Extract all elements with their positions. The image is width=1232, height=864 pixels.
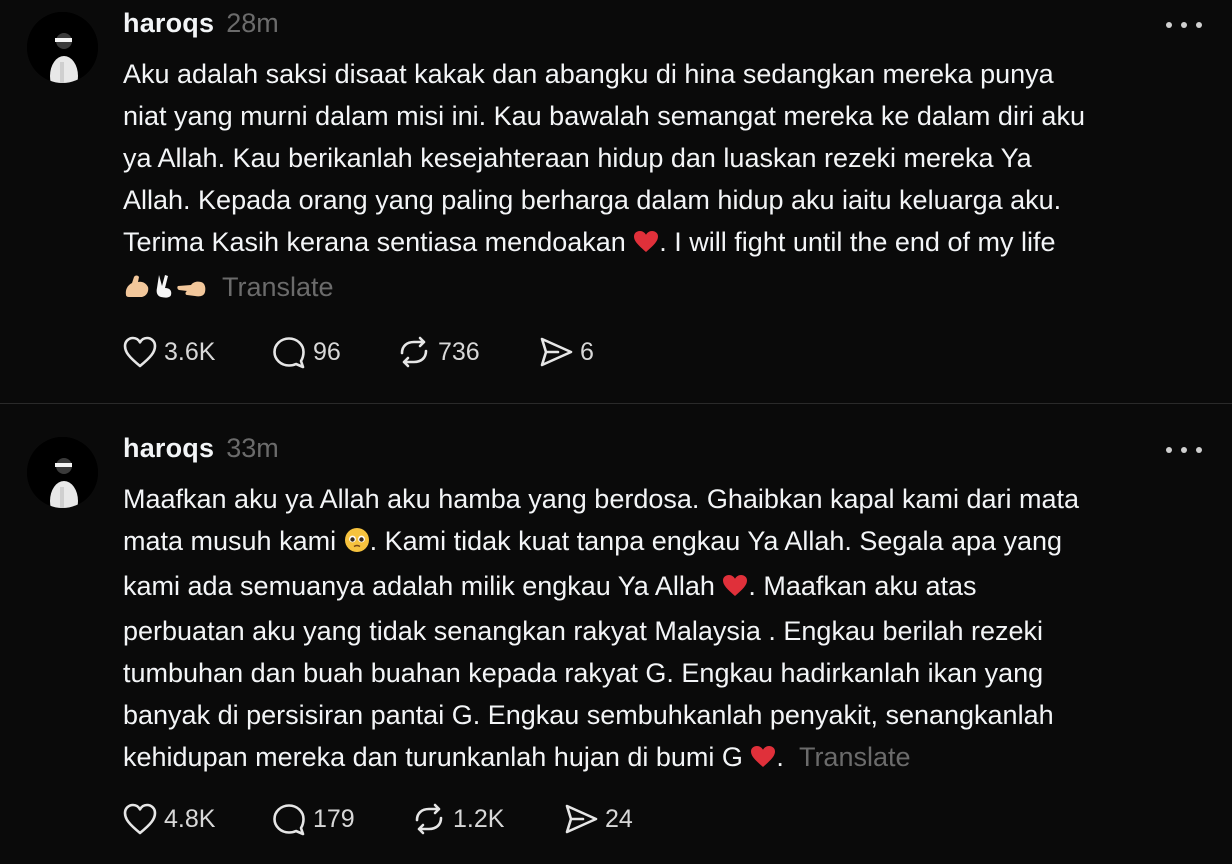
post-text-line: ya Allah. Kau berikanlah kesejahteraan h… (123, 143, 1032, 173)
share-icon (538, 335, 574, 369)
avatar[interactable] (27, 12, 98, 83)
post-text-line: mata musuh kami . Kami tidak kuat tanpa … (123, 520, 1213, 565)
post-text-segment: Terima Kasih kerana sentiasa mendoakan (123, 227, 634, 257)
share-button[interactable]: 24 (563, 802, 673, 836)
translate-link[interactable]: Translate (799, 742, 911, 772)
post-text-line: Allah. Kepada orang yang paling berharga… (123, 185, 1062, 215)
post-text-line: niat yang murni dalam misi ini. Kau bawa… (123, 101, 1085, 131)
avatar-image (27, 437, 98, 508)
post-text: Maafkan aku ya Allah aku hamba yang berd… (123, 478, 1213, 781)
post-actions: 4.8K 179 1.2K 24 (122, 799, 673, 839)
share-count: 6 (580, 337, 594, 366)
post-text-line: Terima Kasih kerana sentiasa mendoakan .… (123, 221, 1213, 266)
post-text-segment: . (776, 742, 784, 772)
repost-icon (396, 335, 432, 369)
comment-icon (271, 802, 307, 836)
like-button[interactable]: 3.6K (122, 335, 271, 369)
post-text-segment: . Kami tidak kuat tanpa engkau Ya Allah.… (369, 526, 1063, 556)
post-text-line: Maafkan aku ya Allah aku hamba yang berd… (123, 484, 1080, 514)
more-icon[interactable] (1166, 15, 1202, 35)
thread-post: haroqs 28m Aku adalah saksi disaat kakak… (0, 0, 1232, 403)
post-text-segment: kehidupan mereka dan turunkanlah hujan d… (123, 742, 751, 772)
repost-button[interactable]: 736 (396, 335, 538, 369)
post-text-line: kami ada semuanya adalah milik engkau Ya… (123, 565, 1213, 610)
victory-hand-emoji (151, 269, 177, 311)
username[interactable]: haroqs (123, 8, 214, 39)
repost-button[interactable]: 1.2K (411, 802, 563, 836)
like-button[interactable]: 4.8K (122, 802, 271, 836)
backhand-index-pointing-left-emoji (177, 269, 207, 311)
share-count: 24 (605, 804, 633, 833)
share-icon (563, 802, 599, 836)
timestamp[interactable]: 33m (226, 433, 279, 464)
post-text-segment: kami ada semuanya adalah milik engkau Ya… (123, 571, 723, 601)
reply-button[interactable]: 179 (271, 802, 411, 836)
post-text-line: kehidupan mereka dan turunkanlah hujan d… (123, 736, 1213, 781)
red-heart-emoji (633, 224, 659, 266)
share-button[interactable]: 6 (538, 335, 638, 369)
comment-icon (271, 335, 307, 369)
pleading-face-emoji (344, 523, 370, 565)
username[interactable]: haroqs (123, 433, 214, 464)
translate-link[interactable]: Translate (222, 272, 334, 302)
post-text-segment: mata musuh kami (123, 526, 344, 556)
post-text-line: Aku adalah saksi disaat kakak dan abangk… (123, 59, 1054, 89)
heart-icon (122, 335, 158, 369)
post-text-line: Translate (123, 266, 1213, 311)
flexed-biceps-emoji (123, 269, 151, 311)
post-text-segment: . Maafkan aku atas (748, 571, 977, 601)
reply-count: 96 (313, 337, 341, 366)
avatar[interactable] (27, 437, 98, 508)
avatar-image (27, 12, 98, 83)
post-header: haroqs 28m (123, 8, 279, 42)
repost-icon (411, 802, 447, 836)
red-heart-emoji (722, 568, 748, 610)
heart-icon (122, 802, 158, 836)
red-heart-emoji (750, 739, 776, 781)
threads-feed: haroqs 28m Aku adalah saksi disaat kakak… (0, 0, 1232, 864)
more-icon[interactable] (1166, 440, 1202, 460)
post-actions: 3.6K 96 736 6 (122, 332, 638, 372)
post-header: haroqs 33m (123, 433, 279, 467)
post-text-line: banyak di persisiran pantai G. Engkau se… (123, 700, 1054, 730)
post-text-segment: . I will fight until the end of my life (659, 227, 1056, 257)
post-text-line: perbuatan aku yang tidak senangkan rakya… (123, 616, 1044, 646)
post-text: Aku adalah saksi disaat kakak dan abangk… (123, 53, 1213, 311)
like-count: 3.6K (164, 337, 216, 366)
timestamp[interactable]: 28m (226, 8, 279, 39)
repost-count: 736 (438, 337, 480, 366)
post-text-line: tumbuhan dan buah buahan kepada rakyat G… (123, 658, 1044, 688)
like-count: 4.8K (164, 804, 216, 833)
repost-count: 1.2K (453, 804, 505, 833)
reply-count: 179 (313, 804, 355, 833)
reply-button[interactable]: 96 (271, 335, 396, 369)
thread-post: haroqs 33m Maafkan aku ya Allah aku hamb… (0, 404, 1232, 864)
